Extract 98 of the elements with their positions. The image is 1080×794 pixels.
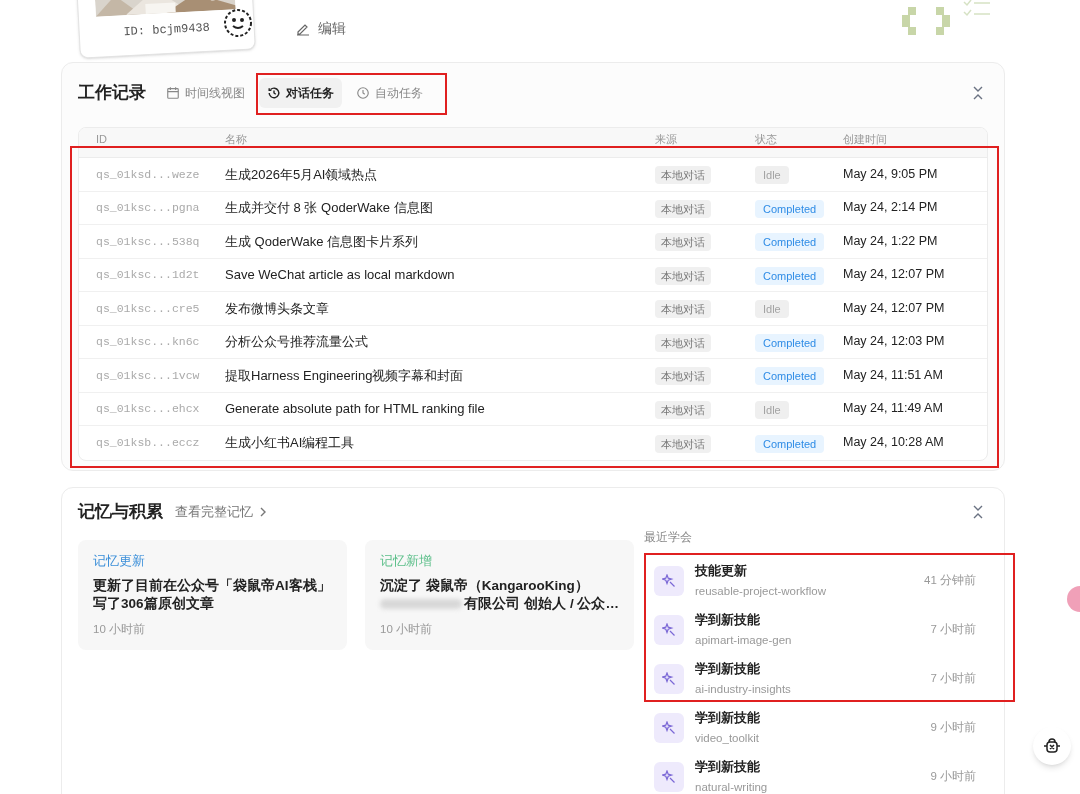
memory-text: 沉淀了 袋鼠帝（KangarooKing） [380,576,590,595]
source-badge: 本地对话 [655,367,711,386]
task-id: qs_01ksc...kn6c [95,334,201,351]
task-id: qs_01ksc...1vcw [95,367,201,384]
created-time: May 24, 9:05 PM [843,165,939,183]
chevron-right-icon [259,507,267,517]
memory-tag: 记忆更新 [93,552,332,571]
task-name[interactable]: Save WeChat article as local markdown [225,265,655,285]
task-id: qs_01ksc...cre5 [95,300,201,317]
user-id: ID: bcjm9438 [123,19,211,42]
debug-button[interactable] [1033,727,1071,765]
memory-text: 有限公司 创始人 / 公众… [464,594,619,613]
task-name[interactable]: 生成 QoderWake 信息图卡片系列 [225,231,655,251]
smiley-icon[interactable] [222,7,254,39]
skill-name: natural-writing [695,779,769,794]
skill-name: video_toolkit [695,730,760,746]
source-badge: 本地对话 [655,166,711,185]
status-badge: Completed [755,266,825,285]
created-time: May 24, 11:49 AM [843,400,944,418]
memory-card[interactable]: 记忆更新 更新了目前在公众号「袋鼠帝AI客栈」 写了306篇原创文章 10 小时前 [78,540,347,650]
created-time: May 24, 12:03 PM [843,333,946,351]
column-header: 来源 [655,132,678,147]
memory-text: 更新了目前在公众号「袋鼠帝AI客栈」 [93,576,332,595]
skill-title: 学到新技能 [695,709,761,728]
source-badge: 本地对话 [655,233,711,252]
skill-title: 技能更新 [695,562,748,581]
status-badge: Completed [755,233,825,252]
created-time: May 24, 10:28 AM [843,434,945,452]
memory-time: 10 小时前 [380,621,433,637]
tab[interactable]: 时间线视图 [158,78,253,108]
collapse-icon[interactable] [972,505,984,519]
task-name[interactable]: 分析公众号推荐流量公式 [225,332,655,352]
task-name[interactable]: 生成小红书AI编程工具 [225,433,655,453]
created-time: May 24, 12:07 PM [843,266,946,284]
skill-title: 学到新技能 [695,611,761,630]
created-time: May 24, 2:14 PM [843,199,939,217]
task-id: qs_01ksc...538q [95,233,201,250]
task-id: qs_01ksc...1d2t [95,267,201,284]
view-memory-link[interactable]: 查看完整记忆 [175,502,267,522]
calendar-icon [166,86,180,100]
column-header: 名称 [225,132,248,147]
status-badge: Completed [755,199,825,218]
skill-time: 41 分钟前 [924,572,976,588]
source-badge: 本地对话 [655,400,711,419]
task-id: qs_01ksd...weze [95,166,201,183]
column-header: 创建时间 [843,132,888,147]
sparkle-icon [662,573,676,588]
sparkle-icon [662,720,676,735]
task-name[interactable]: 生成2026年5月AI领域热点 [225,164,655,184]
tab[interactable]: 自动任务 [348,78,431,108]
sparkle-icon [662,769,676,784]
task-id: qs_01ksb...eccz [95,435,201,452]
sparkle-icon [662,671,676,686]
task-name[interactable]: Generate absolute path for HTML ranking file [225,399,655,419]
task-id: qs_01ksc...ehcx [95,401,201,418]
memory-text: 写了306篇原创文章 [93,594,214,613]
skill-title: 学到新技能 [695,660,761,679]
task-id: qs_01ksc...pgna [95,200,201,217]
panel-title: 记忆与积累 [78,501,163,524]
clock-icon [356,86,370,100]
status-badge: Completed [755,367,825,386]
status-badge: Completed [755,333,825,352]
status-badge: Idle [755,300,789,319]
task-name[interactable]: 生成并交付 8 张 QoderWake 信息图 [225,198,655,218]
tab[interactable]: 对话任务 [259,78,342,108]
source-badge: 本地对话 [655,300,711,319]
source-badge: 本地对话 [655,333,711,352]
created-time: May 24, 12:07 PM [843,299,946,317]
skill-name: reusable-project-workflow [695,583,828,599]
skill-name: ai-industry-insights [695,681,792,697]
sparkle-icon [662,622,676,637]
bug-icon [1043,737,1061,755]
status-badge: Completed [755,434,825,453]
memory-tag: 记忆新增 [380,552,619,571]
status-badge: Idle [755,166,789,185]
source-badge: 本地对话 [655,199,711,218]
task-name[interactable]: 提取Harness Engineering视频字幕和封面 [225,365,655,385]
created-time: May 24, 1:22 PM [843,232,939,250]
skill-title: 学到新技能 [695,758,761,777]
collapse-icon[interactable] [972,86,984,100]
created-time: May 24, 11:51 AM [843,366,944,384]
section-label: 最近学会 [644,529,693,546]
column-header: ID [95,132,108,147]
task-name[interactable]: 发布微博头条文章 [225,298,655,318]
memory-time: 10 小时前 [93,621,146,637]
history-icon [267,86,281,100]
panel-title: 工作记录 [78,82,146,105]
skill-time: 7 小时前 [930,621,976,637]
edit-button[interactable]: 编辑 [296,18,346,39]
column-header: 状态 [755,132,778,147]
status-badge: Idle [755,400,789,419]
skill-time: 9 小时前 [930,768,976,784]
source-badge: 本地对话 [655,266,711,285]
memory-card[interactable]: 记忆新增 沉淀了 袋鼠帝（KangarooKing） 有限公司 创始人 / 公众… 10 小时前 [365,540,634,650]
skill-time: 9 小时前 [930,719,976,735]
skill-time: 7 小时前 [930,670,976,686]
skill-name: apimart-image-gen [695,632,793,648]
source-badge: 本地对话 [655,434,711,453]
